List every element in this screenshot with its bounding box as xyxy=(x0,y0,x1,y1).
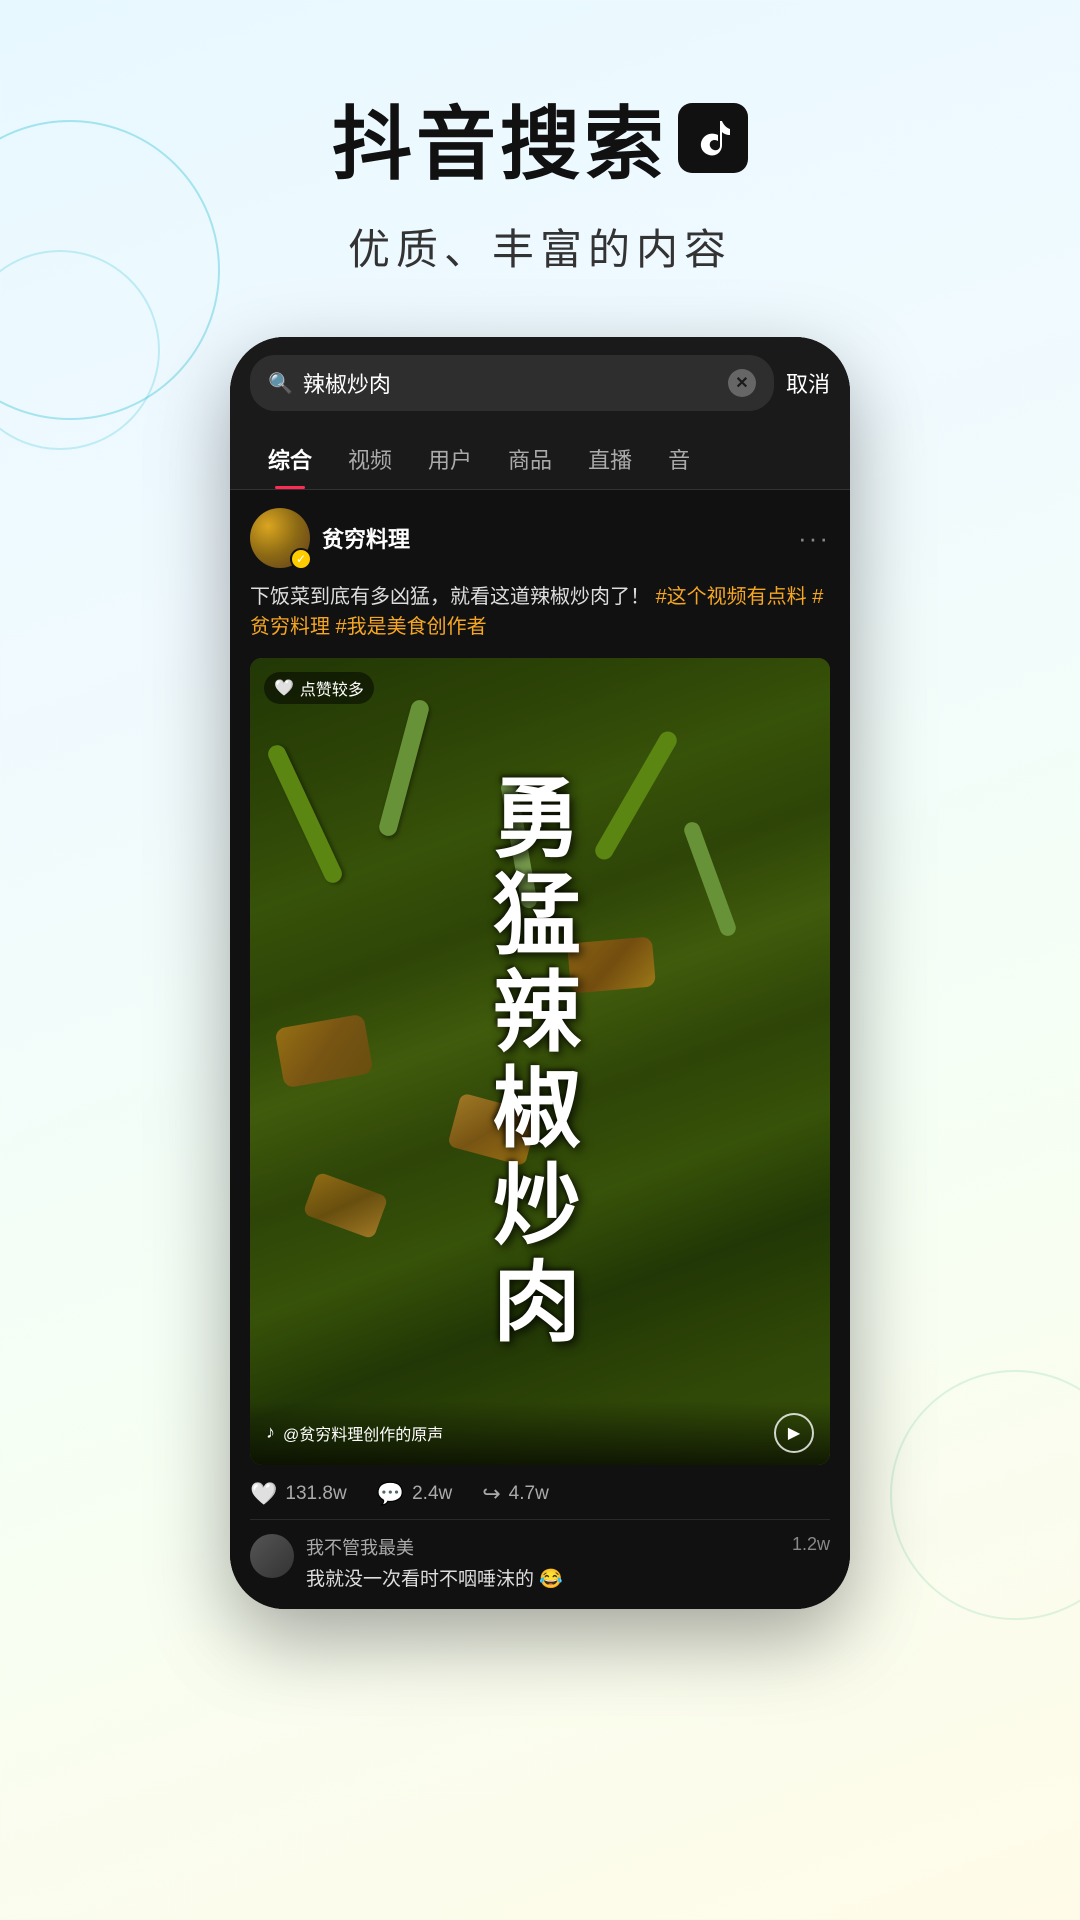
comments-stat[interactable]: 💬 2.4w xyxy=(377,1481,453,1507)
tabs-area: 综合 视频 用户 商品 直播 音 xyxy=(230,429,850,490)
tab-product[interactable]: 商品 xyxy=(490,429,570,489)
search-box[interactable]: 🔍 辣椒炒肉 ✕ xyxy=(250,355,774,411)
tab-live[interactable]: 直播 xyxy=(570,429,650,489)
comment-text: 我就没一次看时不咽唾沫的 😂 xyxy=(306,1564,780,1591)
more-options-button[interactable]: ··· xyxy=(798,523,830,554)
comment-content: 我不管我最美 我就没一次看时不咽唾沫的 😂 xyxy=(306,1534,780,1591)
heart-icon: 🤍 xyxy=(274,678,294,698)
comment-preview: 我不管我最美 我就没一次看时不咽唾沫的 😂 1.2w xyxy=(250,1520,830,1591)
app-subtitle: 优质、丰富的内容 xyxy=(0,216,1080,277)
likes-stat[interactable]: 🤍 131.8w xyxy=(250,1481,347,1507)
user-info: ✓ 贫穷料理 xyxy=(250,508,410,568)
phone-inner: 🔍 辣椒炒肉 ✕ 取消 综合 视频 用户 商品 xyxy=(230,337,850,1609)
phone-frame: 🔍 辣椒炒肉 ✕ 取消 综合 视频 用户 商品 xyxy=(230,337,850,1609)
search-clear-button[interactable]: ✕ xyxy=(728,369,756,397)
video-bottom-bar: ♪ @贫穷料理创作的原声 ▶ xyxy=(250,1401,830,1465)
stats-row: 🤍 131.8w 💬 2.4w ↪ 4.7w xyxy=(250,1465,830,1520)
comment-count: 1.2w xyxy=(792,1534,830,1591)
tab-video[interactable]: 视频 xyxy=(330,429,410,489)
likes-count: 131.8w xyxy=(285,1483,346,1505)
verified-badge: ✓ xyxy=(290,548,312,570)
post-text: 下饭菜到底有多凶猛，就看这道辣椒炒肉了！ #这个视频有点料 #贫穷料理 #我是美… xyxy=(250,582,830,642)
commenter-username[interactable]: 我不管我最美 xyxy=(306,1534,780,1560)
audio-text: @贫穷料理创作的原声 xyxy=(283,1421,443,1445)
avatar-wrap[interactable]: ✓ xyxy=(250,508,310,568)
video-thumbnail[interactable]: 勇猛辣椒炒肉 🤍 点赞较多 ♪ @贫穷料理创作的原声 ▶ xyxy=(250,658,830,1465)
phone-container: 🔍 辣椒炒肉 ✕ 取消 综合 视频 用户 商品 xyxy=(0,337,1080,1609)
username-label[interactable]: 贫穷料理 xyxy=(322,522,410,554)
text-layout: 勇猛辣椒炒肉 xyxy=(250,658,830,1465)
video-overlay-text-area: 勇猛辣椒炒肉 xyxy=(250,658,830,1465)
search-icon: 🔍 xyxy=(268,371,293,396)
shares-stat[interactable]: ↪ 4.7w xyxy=(482,1481,549,1507)
post-user-header: ✓ 贫穷料理 ··· xyxy=(250,508,830,568)
video-title-text: 勇猛辣椒炒肉 xyxy=(493,771,587,1352)
post-main-content: 下饭菜到底有多凶猛，就看这道辣椒炒肉了！ xyxy=(250,586,650,608)
heart-stat-icon: 🤍 xyxy=(250,1481,277,1507)
header-area: 抖音搜索 优质、丰富的内容 xyxy=(0,0,1080,317)
tab-audio[interactable]: 音 xyxy=(650,429,708,489)
commenter-avatar xyxy=(250,1534,294,1578)
likes-badge-text: 点赞较多 xyxy=(300,676,364,700)
play-button[interactable]: ▶ xyxy=(774,1413,814,1453)
shares-count: 4.7w xyxy=(509,1483,549,1505)
app-title: 抖音搜索 xyxy=(332,80,668,196)
search-bar-area: 🔍 辣椒炒肉 ✕ 取消 xyxy=(230,337,850,429)
search-cancel-button[interactable]: 取消 xyxy=(786,367,830,399)
likes-badge: 🤍 点赞较多 xyxy=(264,672,374,704)
comments-count: 2.4w xyxy=(412,1483,452,1505)
tiktok-logo-icon xyxy=(678,103,748,173)
audio-info: ♪ @贫穷料理创作的原声 xyxy=(266,1421,443,1445)
share-stat-icon: ↪ xyxy=(482,1481,500,1507)
comment-stat-icon: 💬 xyxy=(377,1481,404,1507)
tiktok-note-icon: ♪ xyxy=(266,1422,275,1443)
content-area: ✓ 贫穷料理 ··· 下饭菜到底有多凶猛，就看这道辣椒炒肉了！ #这个视频有点料… xyxy=(230,490,850,1609)
tab-user[interactable]: 用户 xyxy=(410,429,490,489)
title-row: 抖音搜索 xyxy=(0,80,1080,196)
tab-comprehensive[interactable]: 综合 xyxy=(250,429,330,489)
search-query-text: 辣椒炒肉 xyxy=(303,367,718,399)
